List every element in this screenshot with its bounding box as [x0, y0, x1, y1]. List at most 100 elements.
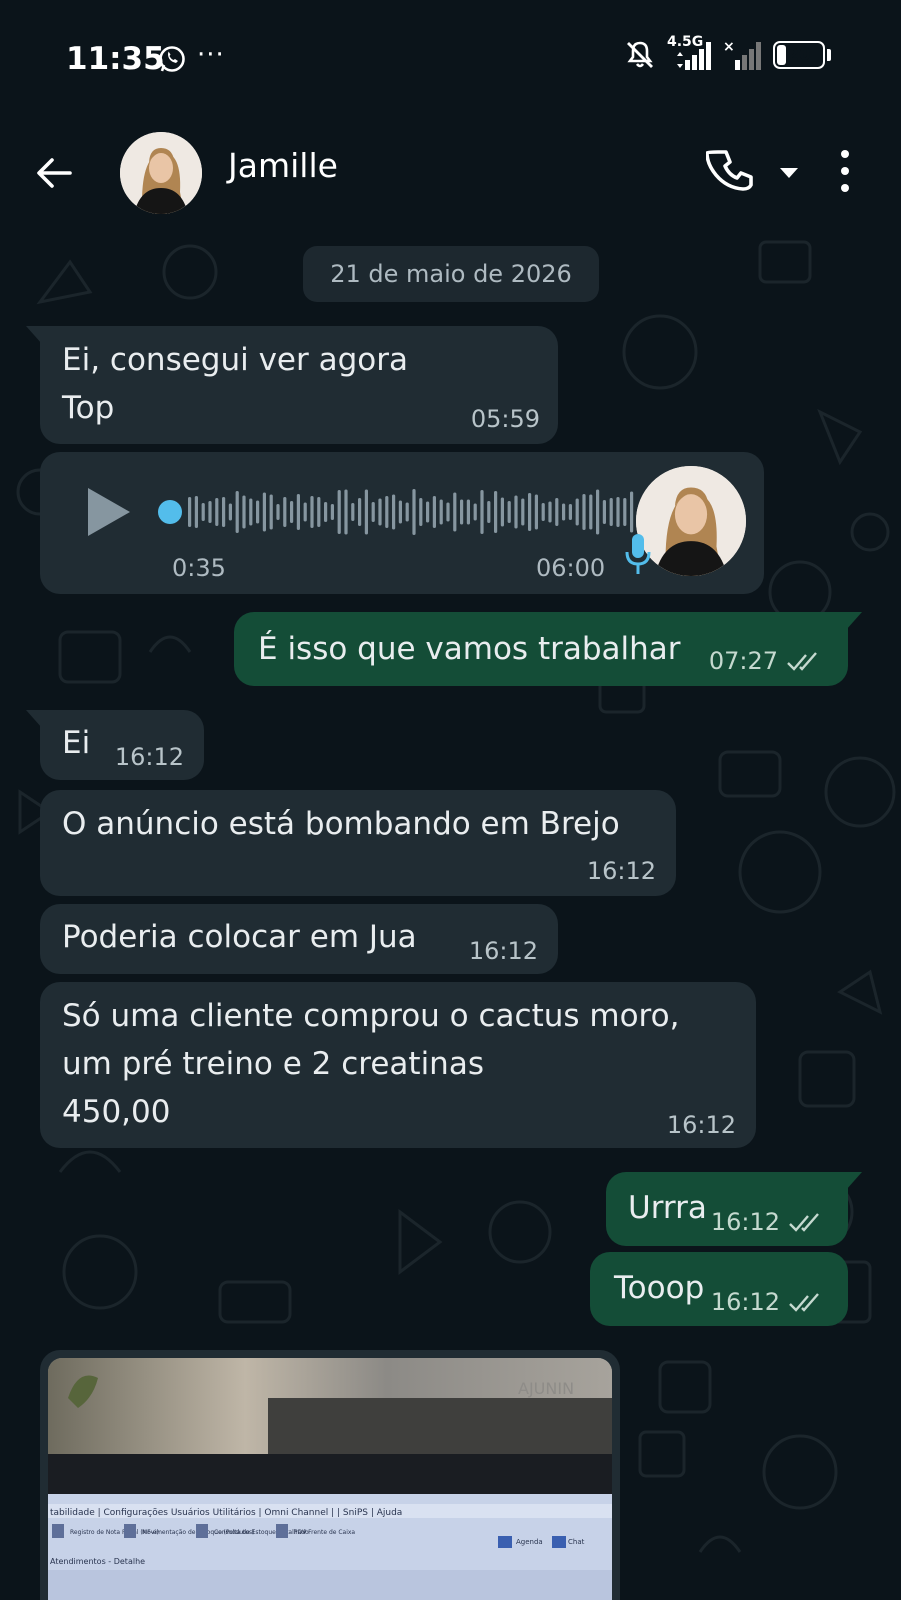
chat-header: Jamille [0, 120, 901, 232]
waveform-bar [568, 504, 572, 520]
waveform-bar [378, 498, 382, 526]
message-bubble[interactable]: É isso que vamos trabalhar 07:27 [234, 612, 862, 686]
waveform-bar [262, 492, 266, 532]
waveform-bar [602, 500, 606, 524]
waveform-bar [575, 498, 579, 526]
message-meta: 07:27 [709, 646, 822, 676]
photo-btn-4: PDV Frente de Caixa [294, 1529, 355, 1536]
waveform-bar [630, 491, 634, 533]
waveform-bar [371, 502, 375, 522]
battery-text: 20 [787, 45, 811, 65]
waveform-bar [466, 499, 470, 525]
chat-area[interactable]: 21 de maio de 2026 Ei, consegui ver agor… [0, 232, 901, 1600]
status-more: ··· [197, 40, 225, 70]
message-time: 16:12 [710, 1288, 780, 1316]
phone-icon[interactable] [706, 146, 756, 196]
waveform-bar [276, 504, 280, 520]
message-time: 06:00 [536, 554, 606, 582]
message-text: Poderia colocar em Jua [62, 919, 417, 955]
waveform-bar [473, 503, 477, 521]
photo-chat: Chat [568, 1538, 585, 1546]
message-time: 16:12 [468, 937, 538, 965]
message-meta: 16:12 [711, 1287, 824, 1317]
waveform-bar [521, 498, 525, 526]
waveform-bar [541, 503, 545, 521]
message-text: É isso que vamos trabalhar [258, 631, 681, 667]
waveform-bar [290, 501, 294, 523]
status-right: 4.5G × 20 [623, 34, 831, 72]
waveform-bar [324, 502, 328, 522]
waveform-bar [317, 497, 321, 527]
signal-icon: 4.5G [667, 34, 713, 72]
waveform-bar [208, 501, 212, 523]
message-time: 07:27 [708, 647, 778, 675]
waveform-bar [215, 498, 219, 526]
svg-text:×: × [723, 39, 735, 55]
waveform-bar [500, 497, 504, 527]
message-bubble[interactable]: Tooop 16:12 [590, 1252, 848, 1326]
battery-cap [827, 49, 831, 61]
contact-name[interactable]: Jamille [228, 146, 338, 185]
message-text: O anúncio está bombando em Brejo [62, 806, 620, 842]
mic-icon [625, 534, 651, 574]
waveform-bar [412, 489, 416, 535]
message-bubble[interactable]: Urrra 16:12 [606, 1172, 862, 1246]
message-bubble[interactable]: Ei, consegui ver agora Top 05:59 [26, 326, 558, 444]
waveform-bar [310, 496, 314, 528]
waveform-bar [303, 502, 307, 522]
waveform-bar [188, 497, 192, 527]
waveform-bar [222, 497, 226, 527]
message-bubble[interactable]: Ei 16:12 [26, 710, 204, 780]
back-arrow-icon[interactable] [32, 150, 78, 196]
waveform-bar [228, 503, 232, 521]
waveform-bar [398, 500, 402, 524]
waveform-bar [589, 494, 593, 530]
waveform-bar [405, 502, 409, 522]
waveform-bar [514, 495, 518, 529]
waveform-bar [616, 497, 620, 527]
double-check-icon [787, 652, 817, 671]
message-bubble[interactable]: Só uma cliente comprou o cactus moro, um… [40, 982, 756, 1148]
waveform-bar [194, 496, 198, 528]
audio-progress-handle[interactable] [158, 500, 182, 524]
waveform-bar [446, 502, 450, 522]
chevron-down-icon[interactable] [780, 168, 798, 178]
waveform-bar [249, 498, 253, 526]
waveform-bar [596, 489, 600, 535]
waveform-bar [460, 499, 464, 525]
more-vert-icon[interactable] [838, 150, 852, 194]
image-message[interactable]: tabilidade | Configurações Usuários Util… [40, 1350, 620, 1600]
audio-duration: 0:35 [172, 554, 226, 582]
waveform-bar [337, 490, 341, 534]
waveform-bar [385, 496, 389, 528]
play-icon[interactable] [88, 488, 130, 536]
waveform-bar [453, 492, 457, 532]
waveform-bar [201, 503, 205, 521]
double-check-icon [789, 1213, 819, 1232]
message-bubble[interactable]: O anúncio está bombando em Brejo 16:12 [40, 790, 676, 896]
waveform-bar [392, 494, 396, 530]
waveform-bar [562, 503, 566, 521]
waveform-bar [487, 501, 491, 523]
message-text: Urrra [628, 1190, 707, 1226]
waveform-bar [256, 500, 260, 524]
image-thumbnail[interactable]: tabilidade | Configurações Usuários Util… [48, 1358, 612, 1600]
voice-message[interactable]: 0:35 06:00 [40, 452, 764, 594]
message-time: 16:12 [114, 743, 184, 771]
waveform-bar [534, 494, 538, 530]
status-bar: 11:35 ··· 4.5G × 20 [0, 0, 901, 120]
photo-agenda: Agenda [516, 1538, 543, 1546]
audio-waveform[interactable] [184, 486, 644, 538]
photo-tab: Atendimentos - Detalhe [50, 1557, 145, 1566]
sender-avatar [636, 466, 746, 576]
waveform-bar [555, 498, 559, 526]
waveform-bar [623, 498, 627, 526]
waveform-bar [351, 503, 355, 521]
message-text: Tooop [614, 1270, 705, 1306]
double-check-icon [789, 1293, 819, 1312]
waveform-bar [548, 501, 552, 523]
waveform-bar [344, 489, 348, 535]
message-bubble[interactable]: Poderia colocar em Jua 16:12 [40, 904, 558, 974]
contact-avatar[interactable] [120, 132, 202, 214]
date-chip: 21 de maio de 2026 [303, 246, 599, 302]
